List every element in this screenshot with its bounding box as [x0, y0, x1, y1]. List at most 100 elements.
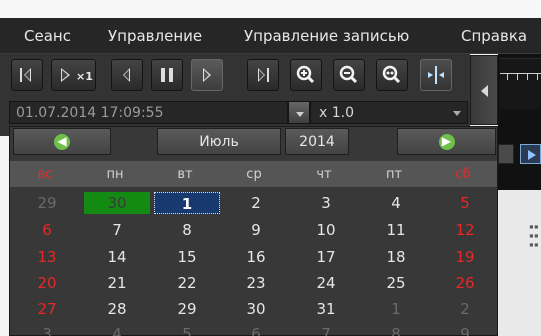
year-select[interactable]: 2014	[285, 128, 349, 155]
pause-icon	[161, 68, 173, 82]
calendar-day[interactable]: 14	[84, 246, 150, 268]
ruler-tick	[527, 73, 528, 80]
datetime-value: 01.07.2014 17:09:55	[16, 105, 164, 121]
calendar-day[interactable]: 25	[363, 272, 429, 294]
year-label: 2014	[299, 134, 335, 150]
play-button[interactable]	[191, 59, 223, 91]
calendar-day[interactable]: 28	[84, 298, 150, 320]
calendar-day[interactable]: 20	[14, 272, 80, 294]
datetime-dropdown-button[interactable]	[288, 101, 310, 124]
step-back-icon	[123, 68, 130, 82]
calendar-day[interactable]: 29	[14, 192, 80, 214]
arrow-right-icon: ▶	[438, 134, 455, 150]
calendar-day[interactable]: 7	[293, 323, 359, 336]
calendar-day[interactable]: 19	[432, 246, 498, 268]
calendar-day[interactable]: 5	[154, 323, 220, 336]
zoom-in-button[interactable]	[290, 59, 322, 91]
calendar-day[interactable]: 2	[223, 192, 289, 214]
calendar-day[interactable]: 29	[154, 298, 220, 320]
weekday-label: сб	[455, 167, 471, 182]
fit-icon	[428, 66, 444, 84]
speed-select[interactable]: x 1.0	[310, 101, 468, 124]
calendar-day[interactable]: 23	[223, 272, 289, 294]
calendar-day[interactable]: 11	[363, 219, 429, 241]
ruler-tick	[507, 73, 508, 80]
prev-month-button[interactable]: ◀	[13, 128, 111, 155]
skip-to-start-button[interactable]	[11, 59, 43, 91]
weekday-label: чт	[316, 167, 332, 182]
menu-bar: Сеанс Управление Управление записью Спра…	[0, 18, 541, 54]
weekday-label: пн	[106, 167, 124, 182]
weekday-label: пт	[385, 167, 403, 182]
month-select[interactable]: Июль	[157, 128, 281, 155]
calendar-day[interactable]: 8	[363, 323, 429, 336]
pause-button[interactable]	[151, 59, 183, 91]
weekday-label: ср	[246, 167, 262, 182]
calendar-day[interactable]: 26	[432, 272, 498, 294]
calendar-day[interactable]: 5	[432, 192, 498, 214]
panel-collapse-button[interactable]	[470, 55, 498, 125]
calendar-day[interactable]: 8	[154, 219, 220, 241]
app-window: Сеанс Управление Управление записью Спра…	[0, 0, 541, 336]
next-month-button[interactable]: ▶	[397, 128, 496, 155]
speed-value: x 1.0	[319, 105, 354, 121]
step-back-button[interactable]	[111, 59, 143, 91]
calendar-day[interactable]: 3	[14, 323, 80, 336]
window-top-strip	[0, 0, 541, 18]
calendar-day[interactable]: 15	[154, 246, 220, 268]
calendar-day[interactable]: 4	[84, 323, 150, 336]
fast-play-button[interactable]: ×1	[51, 59, 96, 91]
menu-item-help[interactable]: Справка	[461, 27, 527, 45]
panel-small-button[interactable]	[498, 144, 514, 164]
skip-end-icon	[258, 68, 269, 82]
video-overlay-text: ▪▪ ▪▪ ▪▪	[529, 222, 539, 249]
calendar-day[interactable]: 6	[14, 219, 80, 241]
calendar-day[interactable]: 6	[223, 323, 289, 336]
calendar-day[interactable]: 13	[14, 246, 80, 268]
timeline-ruler[interactable]	[500, 58, 541, 109]
zoom-out-icon	[339, 65, 358, 84]
calendar-day[interactable]: 30	[223, 298, 289, 320]
calendar-day[interactable]: 1	[363, 298, 429, 320]
calendar-day[interactable]: 30	[84, 192, 150, 214]
zoom-reset-icon	[382, 65, 401, 84]
skip-start-icon	[20, 68, 31, 82]
skip-to-end-button[interactable]	[247, 59, 279, 91]
menu-item-session[interactable]: Сеанс	[24, 27, 71, 45]
calendar-day[interactable]: 9	[432, 323, 498, 336]
menu-item-control[interactable]: Управление	[108, 27, 202, 45]
play-icon	[203, 68, 211, 82]
calendar-day[interactable]: 1	[154, 192, 220, 214]
zoom-reset-button[interactable]	[376, 59, 408, 91]
menu-item-record-control[interactable]: Управление записью	[244, 27, 409, 45]
chevron-down-icon	[296, 112, 304, 117]
calendar-day[interactable]: 27	[14, 298, 80, 320]
calendar-day[interactable]: 24	[293, 272, 359, 294]
calendar-day[interactable]: 17	[293, 246, 359, 268]
svg-text:×1: ×1	[76, 70, 93, 83]
calendar-day[interactable]: 9	[223, 219, 289, 241]
panel-blue-button[interactable]	[520, 144, 541, 164]
calendar-day[interactable]: 18	[363, 246, 429, 268]
calendar-day[interactable]: 31	[293, 298, 359, 320]
calendar-day[interactable]: 12	[432, 219, 498, 241]
calendar-day[interactable]: 16	[223, 246, 289, 268]
calendar-day[interactable]: 21	[84, 272, 150, 294]
zoom-out-button[interactable]	[333, 59, 365, 91]
month-label: Июль	[199, 134, 239, 150]
chevron-down-icon	[453, 111, 461, 116]
calendar-day[interactable]: 10	[293, 219, 359, 241]
play-fast-icon: ×1	[61, 68, 93, 83]
calendar-day[interactable]: 4	[363, 192, 429, 214]
weekday-label: вс	[37, 167, 53, 182]
zoom-in-icon	[296, 65, 315, 84]
calendar-day[interactable]: 3	[293, 192, 359, 214]
ruler-tick	[537, 73, 538, 80]
ruler-tick	[517, 73, 518, 80]
calendar-day[interactable]: 22	[154, 272, 220, 294]
weekday-label: вт	[177, 167, 193, 182]
calendar-day[interactable]: 7	[84, 219, 150, 241]
fit-timeline-button[interactable]	[420, 59, 452, 91]
calendar-day[interactable]: 2	[432, 298, 498, 320]
datetime-field[interactable]: 01.07.2014 17:09:55	[9, 101, 288, 124]
